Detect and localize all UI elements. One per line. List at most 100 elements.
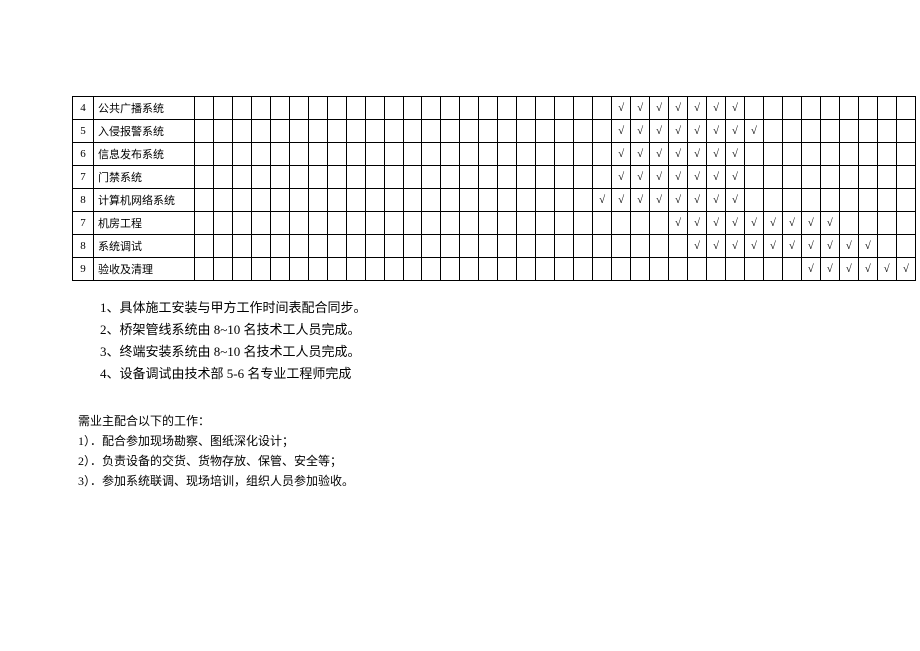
- schedule-cell: [384, 235, 403, 258]
- schedule-cell: √: [820, 258, 839, 281]
- schedule-cell: [517, 235, 536, 258]
- schedule-cell: [707, 258, 726, 281]
- schedule-cell: √: [669, 143, 688, 166]
- schedule-cell: [858, 120, 877, 143]
- note-1: 1、具体施工安装与甲方工作时间表配合同步。: [100, 297, 920, 319]
- schedule-cell: [555, 120, 574, 143]
- owner-item-2: 2）．负责设备的交货、货物存放、保管、安全等；: [78, 451, 920, 471]
- schedule-cell: [536, 258, 555, 281]
- schedule-cell: √: [593, 189, 612, 212]
- note-4: 4、设备调试由技术部 5-6 名专业工程师完成: [100, 363, 920, 385]
- schedule-cell: √: [631, 143, 650, 166]
- schedule-cell: [517, 189, 536, 212]
- schedule-cell: [232, 212, 251, 235]
- schedule-cell: [650, 258, 669, 281]
- schedule-cell: [327, 166, 346, 189]
- schedule-cell: [877, 166, 896, 189]
- schedule-cell: [839, 120, 858, 143]
- schedule-cell: [422, 143, 441, 166]
- schedule-cell: [251, 97, 270, 120]
- schedule-cell: √: [725, 212, 744, 235]
- schedule-cell: [213, 166, 232, 189]
- schedule-cell: [744, 258, 763, 281]
- schedule-cell: √: [725, 120, 744, 143]
- schedule-cell: [251, 189, 270, 212]
- schedule-cell: [479, 143, 498, 166]
- schedule-cell: [194, 235, 213, 258]
- schedule-cell: [555, 212, 574, 235]
- schedule-cell: [763, 166, 782, 189]
- schedule-cell: √: [650, 143, 669, 166]
- schedule-cell: [688, 258, 707, 281]
- owner-item-3: 3）．参加系统联调、现场培训，组织人员参加验收。: [78, 471, 920, 491]
- schedule-cell: [346, 166, 365, 189]
- schedule-cell: [574, 143, 593, 166]
- schedule-cell: √: [612, 97, 631, 120]
- schedule-cell: [725, 258, 744, 281]
- schedule-cell: [536, 212, 555, 235]
- schedule-cell: [593, 166, 612, 189]
- schedule-cell: [213, 143, 232, 166]
- schedule-cell: [270, 120, 289, 143]
- schedule-cell: √: [820, 235, 839, 258]
- schedule-cell: [555, 258, 574, 281]
- schedule-cell: [517, 166, 536, 189]
- schedule-cell: √: [782, 212, 801, 235]
- schedule-cell: [365, 212, 384, 235]
- row-number: 8: [73, 235, 94, 258]
- schedule-cell: [555, 97, 574, 120]
- schedule-cell: [820, 120, 839, 143]
- schedule-cell: [308, 166, 327, 189]
- schedule-cell: [669, 235, 688, 258]
- row-number: 5: [73, 120, 94, 143]
- schedule-cell: [365, 235, 384, 258]
- schedule-cell: [289, 120, 308, 143]
- schedule-cell: √: [631, 97, 650, 120]
- schedule-cell: √: [820, 212, 839, 235]
- row-number: 8: [73, 189, 94, 212]
- schedule-cell: [782, 166, 801, 189]
- schedule-cell: [479, 166, 498, 189]
- schedule-cell: [194, 212, 213, 235]
- schedule-cell: [574, 189, 593, 212]
- schedule-cell: √: [858, 258, 877, 281]
- schedule-cell: [593, 120, 612, 143]
- owner-block: 需业主配合以下的工作： 1）．配合参加现场勘察、图纸深化设计； 2）．负责设备的…: [78, 411, 920, 491]
- schedule-cell: [574, 97, 593, 120]
- schedule-cell: √: [858, 235, 877, 258]
- schedule-cell: [574, 258, 593, 281]
- schedule-cell: [536, 97, 555, 120]
- schedule-cell: [650, 235, 669, 258]
- schedule-cell: [441, 212, 460, 235]
- schedule-cell: √: [688, 166, 707, 189]
- schedule-cell: [536, 120, 555, 143]
- note-3: 3、终端安装系统由 8~10 名技术工人员完成。: [100, 341, 920, 363]
- schedule-cell: [441, 143, 460, 166]
- schedule-cell: [460, 166, 479, 189]
- schedule-cell: [536, 235, 555, 258]
- schedule-cell: [479, 235, 498, 258]
- schedule-cell: √: [688, 120, 707, 143]
- schedule-cell: [896, 166, 915, 189]
- schedule-cell: [270, 258, 289, 281]
- row-number: 7: [73, 212, 94, 235]
- schedule-cell: [422, 189, 441, 212]
- schedule-cell: [403, 235, 422, 258]
- schedule-cell: [479, 120, 498, 143]
- schedule-cell: √: [669, 189, 688, 212]
- schedule-cell: [213, 258, 232, 281]
- schedule-cell: [403, 120, 422, 143]
- schedule-cell: [194, 97, 213, 120]
- schedule-cell: √: [669, 212, 688, 235]
- schedule-cell: [896, 235, 915, 258]
- schedule-cell: √: [801, 212, 820, 235]
- schedule-cell: [289, 97, 308, 120]
- schedule-cell: [877, 212, 896, 235]
- schedule-cell: [631, 212, 650, 235]
- schedule-cell: [744, 189, 763, 212]
- table-row: 5入侵报警系统√√√√√√√√: [73, 120, 916, 143]
- schedule-cell: [877, 235, 896, 258]
- schedule-cell: [669, 258, 688, 281]
- schedule-cell: [593, 235, 612, 258]
- schedule-cell: [574, 166, 593, 189]
